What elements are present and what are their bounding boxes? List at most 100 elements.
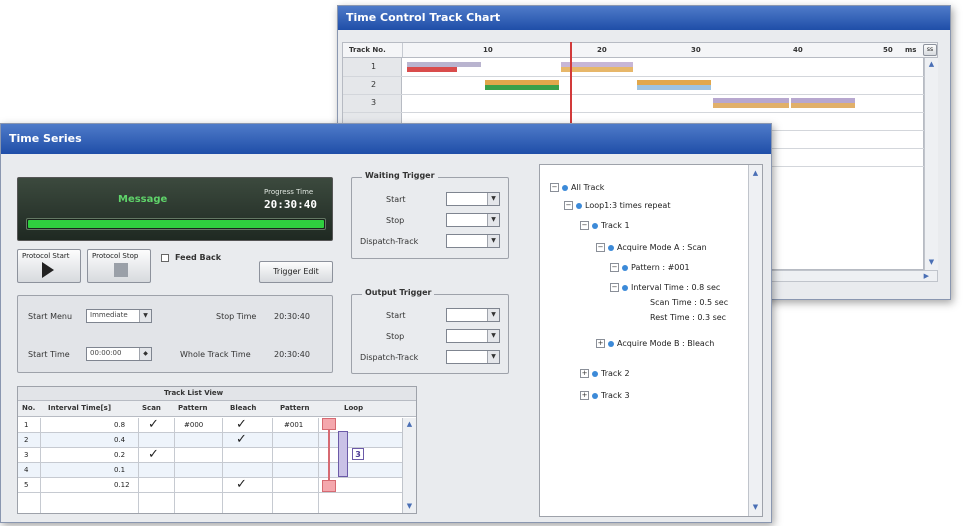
time-series-window: Time Series Message Progress Time 20:30:…	[0, 123, 772, 523]
tree-rest-time-label: Rest Time : 0.3 sec	[650, 313, 727, 322]
chevron-down-icon: ▼	[487, 330, 499, 342]
track3-bar-1b[interactable]	[713, 103, 789, 108]
tick-label-20: 20	[597, 46, 607, 54]
output-start-select[interactable]: ▼	[446, 308, 500, 322]
expand-icon[interactable]: +	[580, 391, 589, 400]
protocol-start-button[interactable]: Protocol Start	[17, 249, 81, 283]
track-chart-titlebar: Time Control Track Chart	[338, 6, 950, 30]
output-start-label: Start	[386, 311, 406, 320]
col-bleach: Bleach	[230, 404, 257, 412]
col-loop: Loop	[344, 404, 364, 412]
waiting-stop-label: Stop	[386, 216, 405, 225]
feed-back-checkbox[interactable]	[161, 254, 169, 262]
tree-pattern-label: Pattern : #001	[631, 263, 690, 272]
start-menu-label: Start Menu	[28, 312, 73, 321]
stop-icon	[114, 263, 128, 277]
unit-toggle-button[interactable]: ss	[923, 44, 937, 56]
row4-interval: 0.1	[114, 466, 126, 474]
track-list-vscroll[interactable]: ▲ ▼	[402, 418, 416, 513]
tree-acquire-a-label: Acquire Mode A : Scan	[617, 243, 707, 252]
loop-start-marker[interactable]	[322, 418, 336, 430]
unit-label: ms	[905, 46, 917, 54]
chevron-down-icon: ▼	[139, 310, 151, 322]
trigger-edit-button[interactable]: Trigger Edit	[259, 261, 333, 283]
stepper-icon[interactable]: ◆	[139, 348, 151, 360]
protocol-stop-button[interactable]: Protocol Stop	[87, 249, 151, 283]
output-dispatch-select[interactable]: ▼	[446, 350, 500, 364]
col-pattern2: Pattern	[280, 404, 310, 412]
track2-bar-2b[interactable]	[637, 85, 711, 90]
tree-interval[interactable]: − Interval Time : 0.8 sec	[610, 283, 720, 292]
track3-bar-2b[interactable]	[791, 103, 855, 108]
row2-interval: 0.4	[114, 436, 126, 444]
track-list-header: No. Interval Time[s] Scan Pattern Bleach…	[18, 401, 416, 417]
tree-acquire-b[interactable]: + Acquire Mode B : Bleach	[596, 339, 714, 348]
waiting-trigger-legend: Waiting Trigger	[362, 171, 438, 180]
scroll-up-icon[interactable]: ▲	[749, 167, 762, 179]
start-menu-value: Immediate	[90, 311, 128, 319]
tree-track3[interactable]: + Track 3	[580, 391, 630, 400]
tree-track2[interactable]: + Track 2	[580, 369, 630, 378]
tree-scan-time-label: Scan Time : 0.5 sec	[650, 298, 729, 307]
start-time-stepper[interactable]: 00:00:00 ◆	[86, 347, 152, 361]
waiting-start-select[interactable]: ▼	[446, 192, 500, 206]
row4-no: 4	[24, 466, 29, 474]
chevron-down-icon: ▼	[487, 235, 499, 247]
tree-track1-label: Track 1	[601, 221, 630, 230]
collapse-icon[interactable]: −	[550, 183, 559, 192]
tree-acquire-a[interactable]: − Acquire Mode A : Scan	[596, 243, 707, 252]
track-row-2: 2	[371, 80, 377, 89]
track1-bar-bleach[interactable]	[407, 67, 457, 72]
tree-acquire-b-label: Acquire Mode B : Bleach	[617, 339, 715, 348]
waiting-dispatch-select[interactable]: ▼	[446, 234, 500, 248]
collapse-icon[interactable]: −	[596, 243, 605, 252]
tree-all-track-label: All Track	[571, 183, 605, 192]
row3-scan: ✓	[148, 447, 159, 462]
waiting-stop-select[interactable]: ▼	[446, 213, 500, 227]
output-stop-select[interactable]: ▼	[446, 329, 500, 343]
row1-pattern2: #001	[284, 421, 304, 429]
collapse-icon[interactable]: −	[564, 201, 573, 210]
start-menu-select[interactable]: Immediate ▼	[86, 309, 152, 323]
loop-end-marker[interactable]	[322, 480, 336, 492]
track-chart-vscroll[interactable]: ▲ ▼	[924, 58, 938, 270]
track-row-1: 1	[371, 62, 377, 71]
message-text: Message	[118, 194, 168, 205]
tick-label-10: 10	[483, 46, 493, 54]
protocol-start-label: Protocol Start	[22, 252, 70, 260]
row5-no: 5	[24, 481, 29, 489]
inner-loop-count[interactable]: 3	[352, 448, 364, 460]
tree-loop-label: Loop1:3 times repeat	[585, 201, 671, 210]
tree-loop[interactable]: − Loop1:3 times repeat	[564, 201, 670, 210]
tree-pattern[interactable]: − Pattern : #001	[610, 263, 690, 272]
tree-track1[interactable]: − Track 1	[580, 221, 630, 230]
table-row[interactable]: 5 0.12 ✓	[18, 478, 402, 493]
tree-vscroll[interactable]: ▲ ▼	[748, 165, 762, 516]
track2-bar-1b[interactable]	[485, 85, 559, 90]
scroll-down-icon[interactable]: ▼	[403, 500, 416, 512]
scroll-up-icon[interactable]: ▲	[925, 58, 938, 70]
inner-loop-bracket[interactable]	[338, 431, 348, 477]
expand-icon[interactable]: +	[596, 339, 605, 348]
stop-time-label: Stop Time	[216, 312, 257, 321]
row2-bleach: ✓	[236, 432, 247, 447]
node-icon	[592, 370, 598, 377]
row1-interval: 0.8	[114, 421, 126, 429]
row5-interval: 0.12	[114, 481, 130, 489]
node-icon	[592, 222, 598, 229]
expand-icon[interactable]: +	[580, 369, 589, 378]
scroll-up-icon[interactable]: ▲	[403, 418, 416, 430]
collapse-icon[interactable]: −	[580, 221, 589, 230]
tree-all-track[interactable]: − All Track	[550, 183, 604, 192]
node-icon	[622, 284, 628, 291]
protocol-stop-label: Protocol Stop	[92, 252, 139, 260]
track-list-view: Track List View No. Interval Time[s] Sca…	[17, 386, 417, 514]
output-dispatch-label: Dispatch-Track	[360, 353, 419, 362]
scroll-right-icon[interactable]: ▶	[924, 271, 929, 281]
scroll-down-icon[interactable]: ▼	[749, 501, 762, 513]
tick-label-30: 30	[691, 46, 701, 54]
scroll-down-icon[interactable]: ▼	[925, 256, 938, 268]
collapse-icon[interactable]: −	[610, 283, 619, 292]
tree-track2-label: Track 2	[601, 369, 630, 378]
collapse-icon[interactable]: −	[610, 263, 619, 272]
